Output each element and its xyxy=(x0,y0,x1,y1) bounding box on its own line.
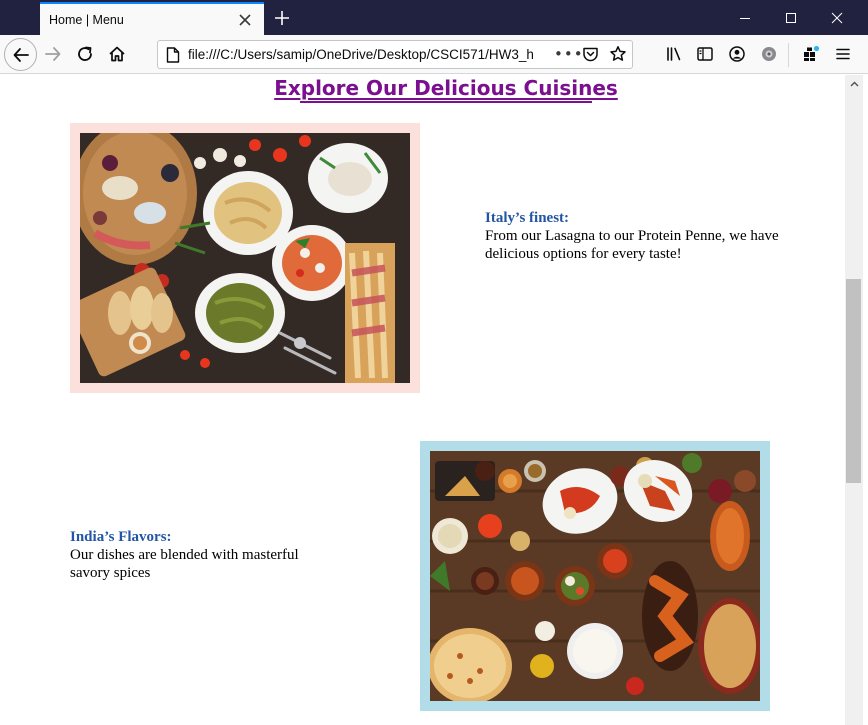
back-arrow-icon xyxy=(13,47,29,62)
reload-button[interactable] xyxy=(70,39,100,69)
close-window-button[interactable] xyxy=(814,0,860,35)
indian-food-image xyxy=(430,451,760,701)
italian-food-frame xyxy=(70,123,420,393)
url-bar[interactable]: file:///C:/Users/samip/OneDrive/Desktop/… xyxy=(157,40,633,69)
plus-icon xyxy=(275,11,289,25)
page-actions-button[interactable]: ••• xyxy=(554,45,584,63)
page-title: Explore Our Delicious Cuisines xyxy=(274,76,618,100)
maximize-button[interactable] xyxy=(768,0,814,35)
chevron-up-icon xyxy=(850,81,858,87)
addons-button[interactable] xyxy=(796,39,826,69)
scrollbar-thumb[interactable] xyxy=(846,279,861,483)
india-text: Our dishes are blended with masterful sa… xyxy=(70,547,299,581)
account-icon xyxy=(729,46,745,62)
close-window-icon xyxy=(831,12,843,23)
page-icon xyxy=(166,47,180,67)
home-icon xyxy=(109,46,125,62)
maximize-icon xyxy=(786,12,796,23)
menu-button[interactable] xyxy=(828,39,858,69)
sidebar-icon xyxy=(697,47,713,61)
italian-food-image xyxy=(80,133,410,383)
home-button[interactable] xyxy=(102,39,132,69)
title-bar: Home | Menu xyxy=(0,0,868,35)
back-button[interactable] xyxy=(4,38,37,71)
vertical-scrollbar[interactable] xyxy=(845,75,863,725)
new-tab-button[interactable] xyxy=(268,4,296,32)
url-text[interactable]: file:///C:/Users/samip/OneDrive/Desktop/… xyxy=(188,47,548,62)
toolbar-divider xyxy=(788,43,789,67)
italy-text: From our Lasagna to our Protein Penne, w… xyxy=(485,228,779,262)
window-edge xyxy=(863,75,868,725)
tab-title: Home | Menu xyxy=(49,12,124,27)
minimize-icon xyxy=(740,17,750,19)
navigation-toolbar: file:///C:/Users/samip/OneDrive/Desktop/… xyxy=(0,35,868,74)
addons-icon xyxy=(804,45,820,61)
hamburger-menu-icon xyxy=(836,48,850,60)
extension-icon xyxy=(762,47,776,61)
reload-icon xyxy=(78,46,92,61)
scroll-up-button[interactable] xyxy=(845,75,863,93)
minimize-button[interactable] xyxy=(722,0,768,35)
account-button[interactable] xyxy=(722,39,752,69)
indian-food-frame xyxy=(420,441,770,711)
italy-description: Italy’s finest: From our Lasagna to our … xyxy=(485,209,785,263)
forward-arrow-icon xyxy=(45,47,61,61)
italy-heading: Italy’s finest: xyxy=(485,210,570,226)
india-heading: India’s Flavors: xyxy=(70,529,172,545)
india-description: India’s Flavors: Our dishes are blended … xyxy=(70,528,340,582)
pocket-icon[interactable] xyxy=(582,46,599,67)
extension-button[interactable] xyxy=(754,39,784,69)
title-double-underline xyxy=(300,101,592,103)
star-icon[interactable] xyxy=(609,45,627,67)
library-icon xyxy=(667,47,681,61)
close-icon[interactable] xyxy=(234,9,256,31)
sidebar-button[interactable] xyxy=(690,39,720,69)
tab-home-menu[interactable]: Home | Menu xyxy=(40,2,264,35)
page-viewport: Explore Our Delicious Cuisines Italy’s f… xyxy=(0,75,845,725)
library-button[interactable] xyxy=(659,39,689,69)
forward-button[interactable] xyxy=(38,39,68,69)
